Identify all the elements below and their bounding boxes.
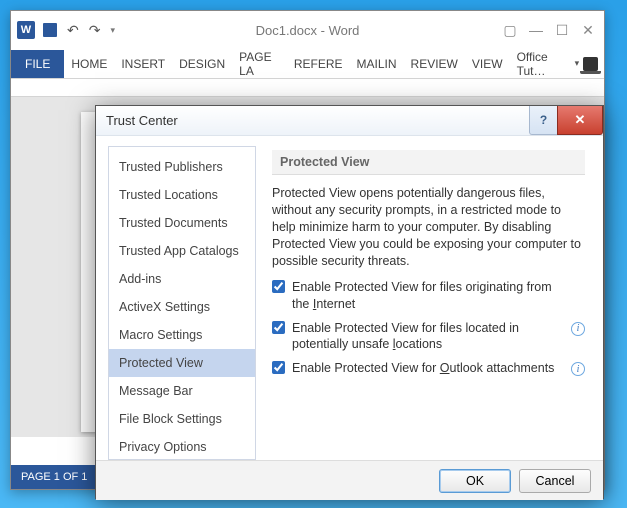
tab-insert[interactable]: INSERT [114,49,172,78]
dialog-titlebar: Trust Center ? ✕ [96,106,603,136]
close-button[interactable]: ✕ [557,106,603,135]
checkbox-unsafe-locations[interactable] [272,321,285,334]
maximize-icon[interactable]: ☐ [552,22,572,39]
trust-center-nav: Trusted Publishers Trusted Locations Tru… [108,146,256,460]
dialog-footer: OK Cancel [96,460,603,500]
protected-view-description: Protected View opens potentially dangero… [272,185,585,269]
tab-home[interactable]: HOME [64,49,114,78]
label-outlook-attachments: Enable Protected View for Outlook attach… [292,360,554,376]
nav-message-bar[interactable]: Message Bar [109,377,255,405]
tab-mailings[interactable]: MAILIN [350,49,404,78]
tab-review[interactable]: REVIEW [404,49,465,78]
help-button[interactable]: ? [529,106,557,135]
tab-references[interactable]: REFERE [287,49,350,78]
tab-office-tutorials[interactable]: Office Tut… [510,50,571,78]
option-outlook-attachments: Enable Protected View for Outlook attach… [272,360,585,376]
ribbon-area [11,79,604,97]
dialog-title: Trust Center [106,113,178,128]
option-internet-files: Enable Protected View for files originat… [272,279,585,312]
word-app-icon: W [17,21,35,39]
nav-trusted-publishers[interactable]: Trusted Publishers [109,153,255,181]
checkbox-internet-files[interactable] [272,280,285,293]
checkbox-outlook-attachments[interactable] [272,361,285,374]
undo-icon[interactable]: ↶ [67,22,79,39]
label-internet-files: Enable Protected View for files originat… [292,279,567,312]
ribbon-tabs: FILE HOME INSERT DESIGN PAGE LA REFERE M… [11,49,604,79]
info-icon[interactable]: i [571,322,585,336]
label-unsafe-locations: Enable Protected View for files located … [292,320,567,353]
nav-trusted-locations[interactable]: Trusted Locations [109,181,255,209]
cancel-button[interactable]: Cancel [519,469,591,493]
option-unsafe-locations: Enable Protected View for files located … [272,320,585,353]
nav-activex-settings[interactable]: ActiveX Settings [109,293,255,321]
dialog-content: Protected View Protected View opens pote… [256,136,603,460]
info-icon[interactable]: i [571,362,585,376]
tab-view[interactable]: VIEW [465,49,510,78]
page-count: PAGE 1 OF 1 [21,471,87,483]
chevron-down-icon[interactable]: ▾ [575,58,580,69]
word-titlebar: W ↶ ↷ ▾ Doc1.docx - Word ▢ — ☐ ✕ [11,11,604,49]
save-icon[interactable] [43,23,57,37]
minimize-icon[interactable]: — [526,22,546,39]
laptop-icon[interactable] [583,57,598,71]
ribbon-options-icon[interactable]: ▢ [500,22,520,39]
nav-macro-settings[interactable]: Macro Settings [109,321,255,349]
nav-trusted-app-catalogs[interactable]: Trusted App Catalogs [109,237,255,265]
nav-privacy-options[interactable]: Privacy Options [109,433,255,461]
nav-trusted-documents[interactable]: Trusted Documents [109,209,255,237]
nav-add-ins[interactable]: Add-ins [109,265,255,293]
trust-center-dialog: Trust Center ? ✕ Trusted Publishers Trus… [95,105,604,499]
nav-file-block-settings[interactable]: File Block Settings [109,405,255,433]
ok-button[interactable]: OK [439,469,511,493]
document-title: Doc1.docx - Word [115,23,500,38]
tab-page-layout[interactable]: PAGE LA [232,49,287,78]
tab-design[interactable]: DESIGN [172,49,232,78]
window-close-icon[interactable]: ✕ [578,22,598,39]
nav-protected-view[interactable]: Protected View [109,349,255,377]
tab-file[interactable]: FILE [11,50,64,78]
section-header: Protected View [272,150,585,175]
redo-icon[interactable]: ↷ [89,22,101,39]
quick-access-toolbar: ↶ ↷ ▾ [43,22,115,39]
